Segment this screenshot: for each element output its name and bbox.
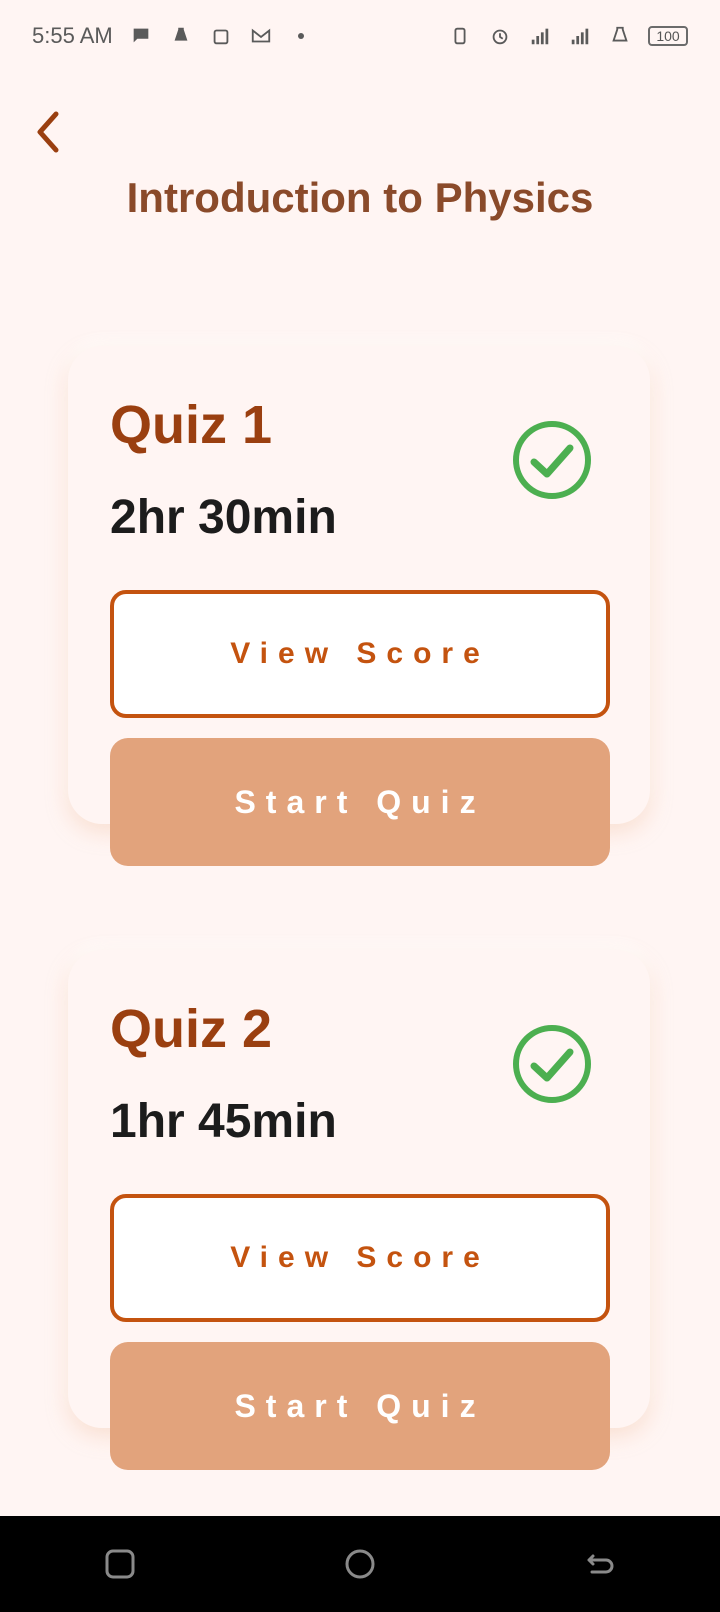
alarm-icon xyxy=(488,24,512,48)
gmail-icon xyxy=(249,24,273,48)
status-time: 5:55 AM xyxy=(32,23,113,48)
header: Introduction to Physics xyxy=(0,88,720,248)
quiz-title: Quiz 1 xyxy=(110,395,273,455)
quiz-card: Quiz 2 1hr 45min View Score Start Quiz xyxy=(68,950,650,1470)
dot-icon xyxy=(289,24,313,48)
status-bar: 5:55 AM 100 xyxy=(0,0,720,72)
quiz-title: Quiz 2 xyxy=(110,999,273,1059)
signal-bars-icon xyxy=(568,24,592,48)
back-button[interactable] xyxy=(24,108,72,156)
view-score-button[interactable]: View Score xyxy=(110,1194,610,1322)
flask-icon xyxy=(608,24,632,48)
check-circle-icon xyxy=(513,421,591,499)
navigation-bar xyxy=(0,1516,720,1612)
status-left: 5:55 AM xyxy=(32,23,313,49)
chevron-left-icon xyxy=(37,111,59,153)
start-quiz-button[interactable]: Start Quiz xyxy=(110,738,610,866)
back-arrow-icon xyxy=(587,1554,614,1574)
vibrate-icon xyxy=(448,24,472,48)
quiz-duration: 1hr 45min xyxy=(110,1095,337,1148)
page-title: Introduction to Physics xyxy=(126,174,594,221)
lab-flask-icon xyxy=(169,24,193,48)
system-back-button[interactable] xyxy=(576,1540,624,1588)
recents-square-icon xyxy=(105,1549,135,1579)
chat-bubble-icon xyxy=(129,24,153,48)
signal-bars-icon xyxy=(528,24,552,48)
home-button[interactable] xyxy=(336,1540,384,1588)
battery-indicator: 100 xyxy=(648,26,688,46)
quiz-duration: 2hr 30min xyxy=(110,491,337,544)
check-circle-icon xyxy=(513,1025,591,1103)
status-right: 100 xyxy=(448,24,688,48)
start-quiz-button[interactable]: Start Quiz xyxy=(110,1342,610,1470)
recents-button[interactable] xyxy=(96,1540,144,1588)
home-circle-icon xyxy=(345,1549,375,1579)
quiz-card: Quiz 1 2hr 30min View Score Start Quiz xyxy=(68,346,650,866)
shopping-bag-icon xyxy=(209,24,233,48)
view-score-button[interactable]: View Score xyxy=(110,590,610,718)
